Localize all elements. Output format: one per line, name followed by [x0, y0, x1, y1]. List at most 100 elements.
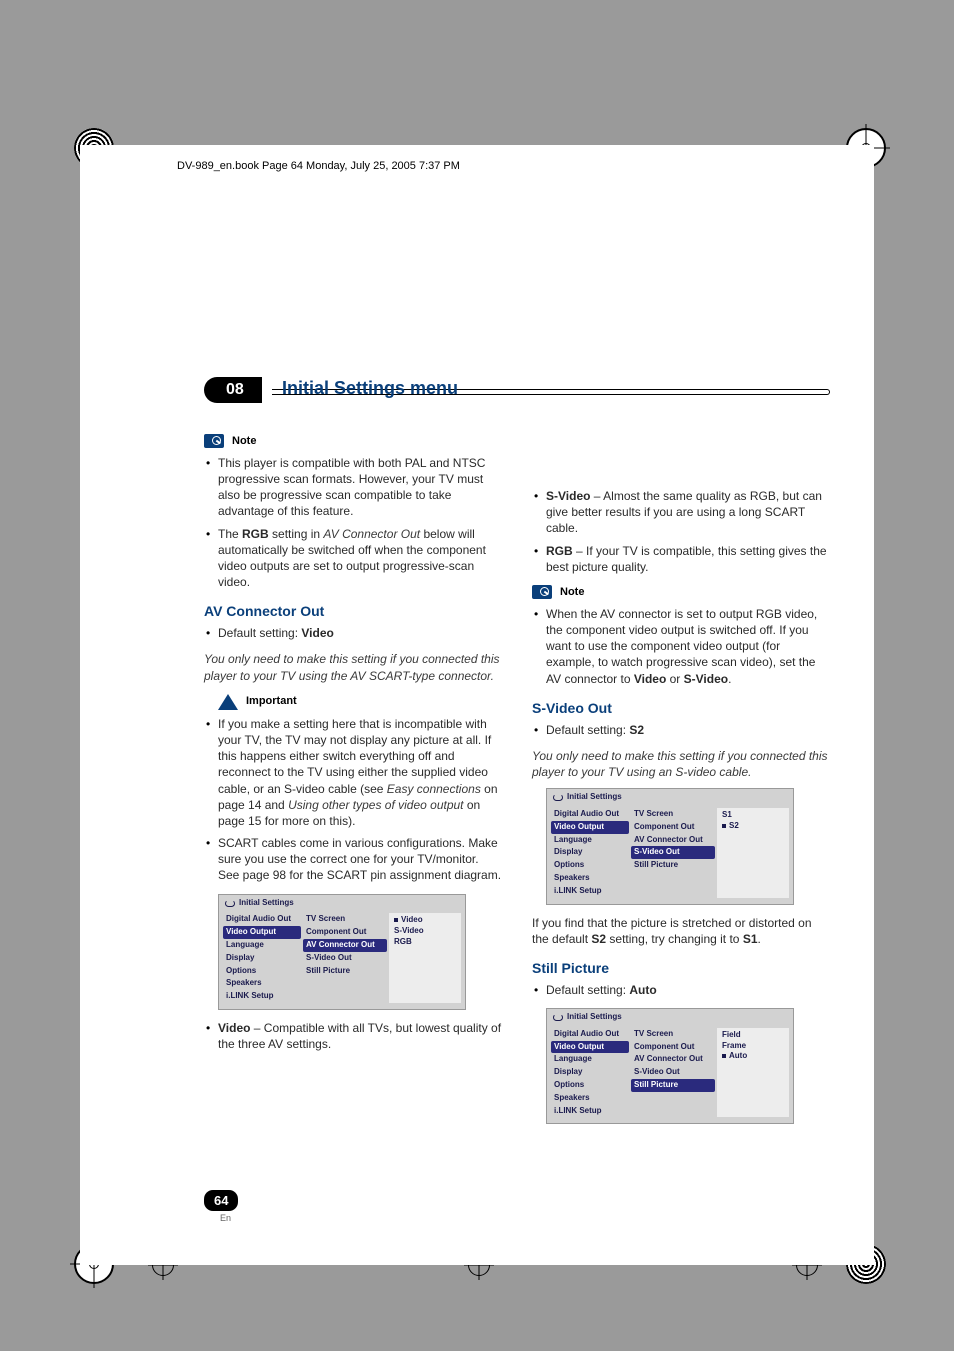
miniui-right-menu: VideoS-VideoRGB [389, 913, 461, 1003]
body-text: setting, try changing it to [606, 932, 743, 946]
body-text-bold: S-Video [546, 489, 590, 503]
miniui-mid-item: Component Out [631, 1041, 715, 1054]
miniui-mid-item: TV Screen [303, 913, 387, 926]
body-text: Default setting: [546, 983, 629, 997]
miniui-mid-menu: TV ScreenComponent OutAV Connector OutS-… [631, 808, 715, 898]
page-frame: 08 Initial Settings menu Note This playe… [80, 145, 874, 1265]
miniui-left-item: Digital Audio Out [551, 808, 629, 821]
body-text-italic: You only need to make this setting if yo… [532, 748, 830, 780]
default-list: Default setting: Video [204, 625, 502, 641]
miniui-title-text: Initial Settings [567, 792, 622, 803]
option-item: RGB – If your TV is compatible, this set… [532, 543, 830, 575]
important-label: Important [246, 694, 297, 709]
miniui-mid-item: AV Connector Out [631, 834, 715, 847]
miniui-mid-item: Still Picture [631, 1079, 715, 1092]
note-item: When the AV connector is set to output R… [532, 606, 830, 687]
miniui-mid-item: Still Picture [303, 965, 387, 978]
body-paragraph: If you find that the picture is stretche… [532, 915, 830, 947]
note-list: This player is compatible with both PAL … [204, 455, 502, 591]
miniui-mid-item: AV Connector Out [631, 1053, 715, 1066]
miniui-mid-menu: TV ScreenComponent OutAV Connector OutS-… [303, 913, 387, 1003]
miniui-right-item: Field [721, 1030, 785, 1041]
important-list: If you make a setting here that is incom… [204, 716, 502, 884]
default-item: Default setting: Video [204, 625, 502, 641]
miniui-mid-item: Component Out [631, 821, 715, 834]
option-item: Video – Compatible with all TVs, but low… [204, 1020, 502, 1052]
body-text: Default setting: [546, 723, 629, 737]
body-text: This player is compatible with both PAL … [218, 456, 485, 519]
loop-icon [553, 1014, 563, 1021]
body-text: setting in [269, 527, 324, 541]
selected-dot-icon [722, 1054, 726, 1058]
miniui-mid-item: Component Out [303, 926, 387, 939]
note-item: This player is compatible with both PAL … [204, 455, 502, 520]
miniui-mid-menu: TV ScreenComponent OutAV Connector OutS-… [631, 1028, 715, 1118]
miniui-mid-item: TV Screen [631, 808, 715, 821]
miniui-left-item: Display [551, 846, 629, 859]
miniui-mid-item: S-Video Out [303, 952, 387, 965]
miniui-left-item: Video Output [551, 821, 629, 834]
body-text-bold: RGB [242, 527, 269, 541]
loop-icon [553, 794, 563, 801]
miniui-left-menu: Digital Audio OutVideo OutputLanguageDis… [551, 808, 629, 898]
miniui-mid-item: S-Video Out [631, 846, 715, 859]
note-item: The RGB setting in AV Connector Out belo… [204, 526, 502, 591]
settings-screenshot-avc: Initial Settings Digital Audio OutVideo … [218, 894, 466, 1010]
body-text-italic: AV Connector Out [323, 527, 420, 541]
body-text: – If your TV is compatible, this setting… [546, 544, 827, 574]
miniui-left-item: Video Output [551, 1041, 629, 1054]
left-column: Note This player is compatible with both… [204, 430, 502, 1134]
body-text-bold: S-Video [684, 672, 728, 686]
loop-icon [225, 900, 235, 907]
body-text: Default setting: [218, 626, 301, 640]
body-text: or [666, 672, 683, 686]
miniui-mid-item: AV Connector Out [303, 939, 387, 952]
miniui-left-item: i.LINK Setup [223, 990, 301, 1003]
miniui-left-item: Language [551, 1053, 629, 1066]
body-text-bold: Video [218, 1021, 250, 1035]
body-text-italic: Using other types of video output [288, 798, 463, 812]
miniui-left-item: Speakers [551, 1092, 629, 1105]
chapter-title: Initial Settings menu [282, 378, 458, 399]
body-text: . [728, 672, 731, 686]
default-list: Default setting: Auto [532, 982, 830, 998]
important-item: SCART cables come in various configurati… [204, 835, 502, 884]
miniui-title: Initial Settings [547, 1009, 793, 1026]
note-heading: Note [204, 434, 502, 449]
body-text-bold: Video [301, 626, 333, 640]
miniui-mid-item: TV Screen [631, 1028, 715, 1041]
chapter-header: 08 Initial Settings menu [204, 377, 830, 407]
miniui-right-item: RGB [393, 937, 457, 948]
miniui-left-item: i.LINK Setup [551, 1105, 629, 1118]
miniui-left-item: i.LINK Setup [551, 885, 629, 898]
miniui-right-item: S2 [721, 821, 785, 832]
header-runner: DV-989_en.book Page 64 Monday, July 25, … [177, 160, 460, 172]
note-list: When the AV connector is set to output R… [532, 606, 830, 687]
body-text: – Compatible with all TVs, but lowest qu… [218, 1021, 501, 1051]
default-item: Default setting: Auto [532, 982, 830, 998]
miniui-right-item: Frame [721, 1041, 785, 1052]
miniui-title: Initial Settings [547, 789, 793, 806]
note-heading: Note [532, 585, 830, 600]
miniui-left-item: Display [223, 952, 301, 965]
miniui-left-item: Video Output [223, 926, 301, 939]
body-text-italic: Easy connections [387, 782, 481, 796]
important-heading: Important [218, 694, 502, 710]
option-list: Video – Compatible with all TVs, but low… [204, 1020, 502, 1052]
default-list: Default setting: S2 [532, 722, 830, 738]
important-icon [218, 694, 238, 710]
miniui-left-item: Options [551, 859, 629, 872]
important-item: If you make a setting here that is incom… [204, 716, 502, 829]
miniui-left-item: Language [223, 939, 301, 952]
selected-dot-icon [722, 824, 726, 828]
body-text-bold: S2 [629, 723, 644, 737]
body-text: . [758, 932, 761, 946]
miniui-right-menu: S1S2 [717, 808, 789, 898]
body-text-bold: RGB [546, 544, 573, 558]
content-columns: Note This player is compatible with both… [204, 430, 830, 1134]
miniui-left-menu: Digital Audio OutVideo OutputLanguageDis… [551, 1028, 629, 1118]
right-column: S-Video – Almost the same quality as RGB… [532, 430, 830, 1134]
note-icon [532, 585, 552, 599]
miniui-title-text: Initial Settings [567, 1012, 622, 1023]
section-heading-svideo: S-Video Out [532, 699, 830, 718]
